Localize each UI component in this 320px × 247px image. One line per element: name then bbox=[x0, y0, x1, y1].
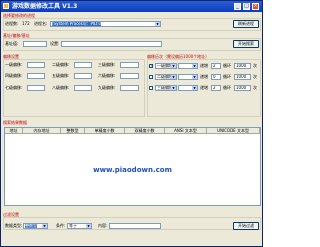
offset-1-label: 一级偏移: bbox=[5, 62, 23, 67]
offset-5-label: 五级偏移: bbox=[52, 73, 70, 78]
loop-1-mode-select[interactable]: ▼ bbox=[178, 63, 198, 69]
chevron-down-icon[interactable]: ▼ bbox=[192, 86, 197, 90]
result-section-header: 搜索结果数据 bbox=[3, 120, 27, 125]
column-header[interactable]: UNICODE 文本型 bbox=[207, 128, 260, 133]
start-search-button[interactable]: 开始搜索 bbox=[233, 40, 259, 48]
loop-1-unit: 次 bbox=[253, 63, 257, 68]
process-label: 进程名: bbox=[34, 21, 48, 26]
pid-value: 172 bbox=[22, 21, 30, 26]
column-header[interactable]: 内存地址 bbox=[23, 128, 61, 133]
offset-3-label: 三级偏移: bbox=[98, 62, 116, 67]
result-list[interactable]: 地址 内存地址 整数型 单精度小数 双精度小数 ANSI 文本型 UNICODE… bbox=[4, 127, 261, 206]
offset-9-label: 九级偏移: bbox=[98, 85, 116, 90]
loop-3-loop-label: 循环 bbox=[223, 85, 231, 90]
data-type-label: 数据类型: bbox=[5, 223, 23, 228]
offset-2-label: 二级偏移: bbox=[52, 62, 70, 67]
chevron-down-icon[interactable]: ▼ bbox=[86, 224, 91, 228]
chevron-down-icon[interactable]: ▼ bbox=[192, 75, 197, 79]
loop-2-loop-label: 循环 bbox=[223, 74, 231, 79]
app-icon bbox=[3, 3, 9, 9]
pid-label: 进程数: bbox=[5, 21, 19, 26]
window-title: 游戏数据修改工具 V1.3 bbox=[12, 3, 78, 10]
condition-value: 等于 bbox=[69, 223, 77, 228]
data-type-select[interactable]: 整数型 ▼ bbox=[23, 223, 48, 229]
offset-1-input[interactable] bbox=[27, 62, 45, 68]
title-bar[interactable]: 游戏数据修改工具 V1.3 _ □ × bbox=[1, 1, 262, 12]
process-select[interactable]: [System Process]：PID:0 ▼ bbox=[50, 21, 161, 27]
chevron-down-icon[interactable]: ▼ bbox=[155, 22, 160, 26]
chevron-down-icon[interactable]: ▼ bbox=[171, 86, 176, 90]
loop-2-mode-select[interactable]: ▼ bbox=[178, 74, 198, 80]
start-filter-button[interactable]: 开始过滤 bbox=[233, 222, 259, 230]
column-header[interactable]: 整数型 bbox=[61, 128, 85, 133]
offset-3-input[interactable] bbox=[120, 62, 139, 68]
column-header[interactable]: 地址 bbox=[5, 128, 23, 133]
offset-8-input[interactable] bbox=[74, 85, 92, 91]
loop-2-loop-input[interactable]: 1000 bbox=[234, 74, 251, 80]
loop-2-step-input[interactable]: 0 bbox=[211, 74, 221, 80]
loop-3-mode-select[interactable]: ▼ bbox=[178, 85, 198, 91]
offset-6-input[interactable] bbox=[120, 73, 139, 79]
loop-3-loop-input[interactable]: 1000 bbox=[234, 85, 251, 91]
offset-6-label: 六级偏移: bbox=[98, 73, 116, 78]
offset-5-input[interactable] bbox=[74, 73, 92, 79]
loop-2-select[interactable]: 二级偏移 ▼ bbox=[155, 74, 177, 80]
setting-label: 设置: bbox=[50, 41, 60, 46]
watermark-text: www.piaodown.com bbox=[93, 166, 172, 174]
content-input[interactable] bbox=[109, 223, 161, 229]
offset-9-input[interactable] bbox=[120, 85, 139, 91]
loop-1-checkbox[interactable]: ✓ bbox=[149, 63, 153, 68]
loop-3-checkbox[interactable] bbox=[149, 86, 153, 90]
loop-3-step-label: 递增 bbox=[200, 85, 208, 90]
address-input[interactable] bbox=[23, 41, 47, 47]
loop-1-step-input[interactable]: 2 bbox=[211, 63, 221, 69]
offset-7-input[interactable] bbox=[27, 85, 45, 91]
loop-1-step-label: 递增 bbox=[200, 63, 208, 68]
condition-label: 条件: bbox=[56, 223, 66, 228]
loop-3-select[interactable]: 三级偏移 ▼ bbox=[155, 85, 177, 91]
loop-1-loop-label: 循环 bbox=[223, 63, 231, 68]
chevron-down-icon[interactable]: ▼ bbox=[171, 75, 176, 79]
condition-select[interactable]: 等于 ▼ bbox=[67, 223, 92, 229]
loop-2-checkbox[interactable] bbox=[149, 75, 153, 79]
close-button[interactable]: × bbox=[252, 3, 259, 10]
loop-1-loop-input[interactable]: 1000 bbox=[234, 63, 251, 69]
address-label: 基址值: bbox=[5, 41, 19, 46]
column-header[interactable]: 双精度小数 bbox=[125, 128, 165, 133]
loop-2-step-label: 递增 bbox=[200, 74, 208, 79]
chevron-down-icon[interactable]: ▼ bbox=[171, 64, 176, 68]
minimize-button[interactable]: _ bbox=[234, 3, 241, 10]
column-header[interactable]: 单精度小数 bbox=[85, 128, 125, 133]
maximize-button[interactable]: □ bbox=[243, 3, 250, 10]
offset-4-label: 四级偏移: bbox=[5, 73, 23, 78]
loop-2-unit: 次 bbox=[253, 74, 257, 79]
offset-4-input[interactable] bbox=[27, 73, 45, 79]
chevron-down-icon[interactable]: ▼ bbox=[192, 64, 197, 68]
data-type-value: 整数型 bbox=[25, 223, 37, 228]
loop-3-step-input[interactable]: 2 bbox=[211, 85, 221, 91]
offset-2-input[interactable] bbox=[74, 62, 92, 68]
process-select-value: [System Process]：PID:0 bbox=[52, 21, 102, 26]
refresh-process-button[interactable]: 刷新进程 bbox=[233, 20, 259, 28]
offset-8-label: 八级偏移: bbox=[52, 85, 70, 90]
column-header[interactable]: ANSI 文本型 bbox=[165, 128, 207, 133]
main-window: 游戏数据修改工具 V1.3 _ □ × 选择要修改的进程 进程数: 172 进程… bbox=[0, 0, 263, 247]
offset-7-label: 七级偏移: bbox=[5, 85, 23, 90]
loop-1-select[interactable]: 一级偏移 ▼ bbox=[155, 63, 177, 69]
loop-3-unit: 次 bbox=[253, 85, 257, 90]
chevron-down-icon[interactable]: ▼ bbox=[42, 224, 47, 228]
setting-input[interactable] bbox=[61, 41, 162, 47]
content-label: 内容: bbox=[98, 223, 108, 228]
result-list-header: 地址 内存地址 整数型 单精度小数 双精度小数 ANSI 文本型 UNICODE… bbox=[5, 128, 260, 134]
